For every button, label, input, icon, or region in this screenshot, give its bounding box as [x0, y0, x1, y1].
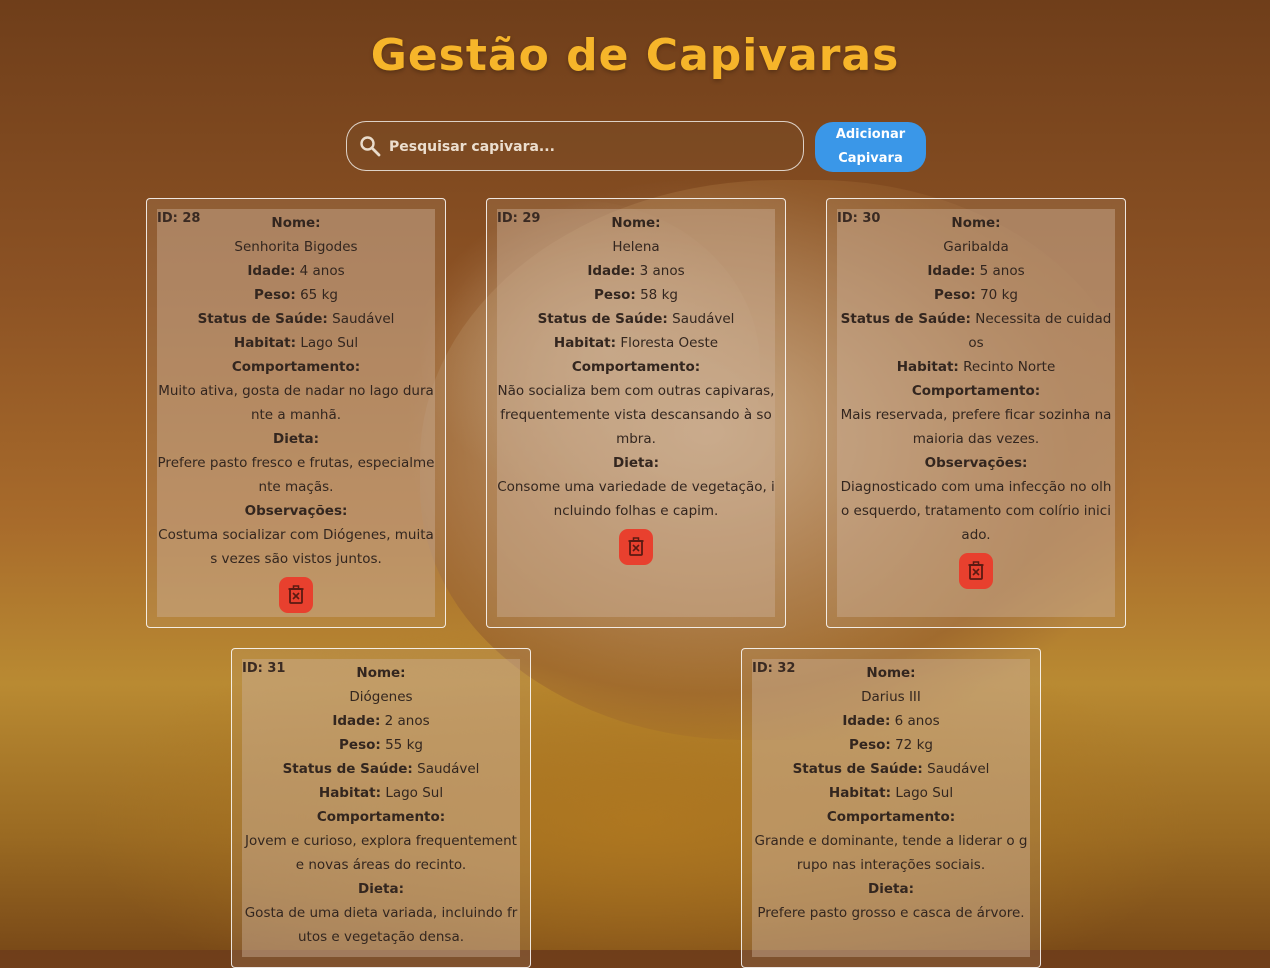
- behavior-value: Não socializa bem com outras capivaras, …: [497, 383, 775, 447]
- age-field: Idade: 5 anos: [927, 263, 1025, 279]
- card-content: Nome: Diógenes Idade: 2 anos Peso: 55 kg…: [242, 661, 520, 949]
- weight-field: Peso: 72 kg: [849, 737, 933, 753]
- behavior-label: Comportamento:: [231, 359, 361, 375]
- age-field: Idade: 4 anos: [247, 263, 345, 279]
- capybara-card: ID: 30 Nome: Garibalda Idade: 5 anos Pes…: [826, 198, 1126, 628]
- weight-field: Peso: 65 kg: [254, 287, 338, 303]
- notes-label: Observações:: [244, 503, 348, 519]
- capybara-card: ID: 31 Nome: Diógenes Idade: 2 anos Peso…: [231, 648, 531, 968]
- age-field: Idade: 2 anos: [332, 713, 430, 729]
- behavior-label: Comportamento:: [316, 809, 446, 825]
- diet-value: Prefere pasto fresco e frutas, especialm…: [157, 455, 435, 495]
- page-title: Gestão de Capivaras: [370, 30, 900, 81]
- health-status-field: Status de Saúde: Saudável: [792, 761, 990, 777]
- behavior-value: Grande e dominante, tende a liderar o gr…: [754, 833, 1028, 873]
- weight-field: Peso: 70 kg: [934, 287, 1018, 303]
- habitat-field: Habitat: Floresta Oeste: [553, 335, 719, 351]
- name-value: Garibalda: [943, 239, 1009, 255]
- name-label: Nome:: [271, 215, 321, 231]
- behavior-value: Jovem e curioso, explora frequentemente …: [245, 833, 517, 873]
- trash-icon: [288, 585, 304, 604]
- search-icon: [359, 135, 381, 157]
- diet-value: Gosta de uma dieta variada, incluindo fr…: [244, 905, 518, 945]
- health-status-field: Status de Saúde: Saudável: [197, 311, 395, 327]
- card-content: Nome: Helena Idade: 3 anos Peso: 58 kg S…: [497, 211, 775, 565]
- capybara-card: ID: 29 Nome: Helena Idade: 3 anos Peso: …: [486, 198, 786, 628]
- card-content: Nome: Garibalda Idade: 5 anos Peso: 70 k…: [837, 211, 1115, 589]
- delete-button[interactable]: [959, 553, 993, 589]
- weight-field: Peso: 55 kg: [339, 737, 423, 753]
- capybara-card: ID: 28 Nome: Senhorita Bigodes Idade: 4 …: [146, 198, 446, 628]
- diet-label: Dieta:: [868, 881, 914, 897]
- notes-value: Diagnosticado com uma infecção no olho e…: [840, 479, 1112, 543]
- weight-field: Peso: 58 kg: [594, 287, 678, 303]
- habitat-field: Habitat: Lago Sul: [828, 785, 954, 801]
- name-value: Helena: [612, 239, 660, 255]
- diet-value: Prefere pasto grosso e casca de árvore.: [757, 905, 1025, 921]
- habitat-field: Habitat: Lago Sul: [233, 335, 359, 351]
- capybara-card: ID: 32 Nome: Darius III Idade: 6 anos Pe…: [741, 648, 1041, 968]
- diet-label: Dieta:: [358, 881, 404, 897]
- age-field: Idade: 3 anos: [587, 263, 685, 279]
- search-bar[interactable]: [346, 121, 804, 171]
- card-content: Nome: Senhorita Bigodes Idade: 4 anos Pe…: [157, 211, 435, 613]
- delete-button[interactable]: [279, 577, 313, 613]
- name-value: Senhorita Bigodes: [234, 239, 358, 255]
- name-label: Nome:: [866, 665, 916, 681]
- habitat-field: Habitat: Recinto Norte: [896, 359, 1056, 375]
- trash-icon: [968, 561, 984, 580]
- diet-value: Consome uma variedade de vegetação, incl…: [497, 479, 775, 519]
- notes-value: Costuma socializar com Diógenes, muitas …: [158, 527, 434, 567]
- name-label: Nome:: [951, 215, 1001, 231]
- notes-label: Observações:: [924, 455, 1028, 471]
- health-status-field: Status de Saúde: Saudável: [537, 311, 735, 327]
- name-value: Darius III: [861, 689, 921, 705]
- behavior-label: Comportamento:: [826, 809, 956, 825]
- behavior-value: Mais reservada, prefere ficar sozinha na…: [840, 407, 1112, 447]
- diet-label: Dieta:: [613, 455, 659, 471]
- behavior-value: Muito ativa, gosta de nadar no lago dura…: [158, 383, 434, 423]
- behavior-label: Comportamento:: [911, 383, 1041, 399]
- trash-icon: [628, 537, 644, 556]
- name-label: Nome:: [356, 665, 406, 681]
- add-capybara-button[interactable]: Adicionar Capivara: [815, 122, 926, 172]
- search-input[interactable]: [387, 130, 791, 164]
- behavior-label: Comportamento:: [571, 359, 701, 375]
- age-field: Idade: 6 anos: [842, 713, 940, 729]
- diet-label: Dieta:: [273, 431, 319, 447]
- name-label: Nome:: [611, 215, 661, 231]
- health-status-field: Status de Saúde: Necessita de cuidados: [840, 311, 1112, 351]
- card-content: Nome: Darius III Idade: 6 anos Peso: 72 …: [752, 661, 1030, 925]
- habitat-field: Habitat: Lago Sul: [318, 785, 444, 801]
- delete-button[interactable]: [619, 529, 653, 565]
- health-status-field: Status de Saúde: Saudável: [282, 761, 480, 777]
- name-value: Diógenes: [349, 689, 413, 705]
